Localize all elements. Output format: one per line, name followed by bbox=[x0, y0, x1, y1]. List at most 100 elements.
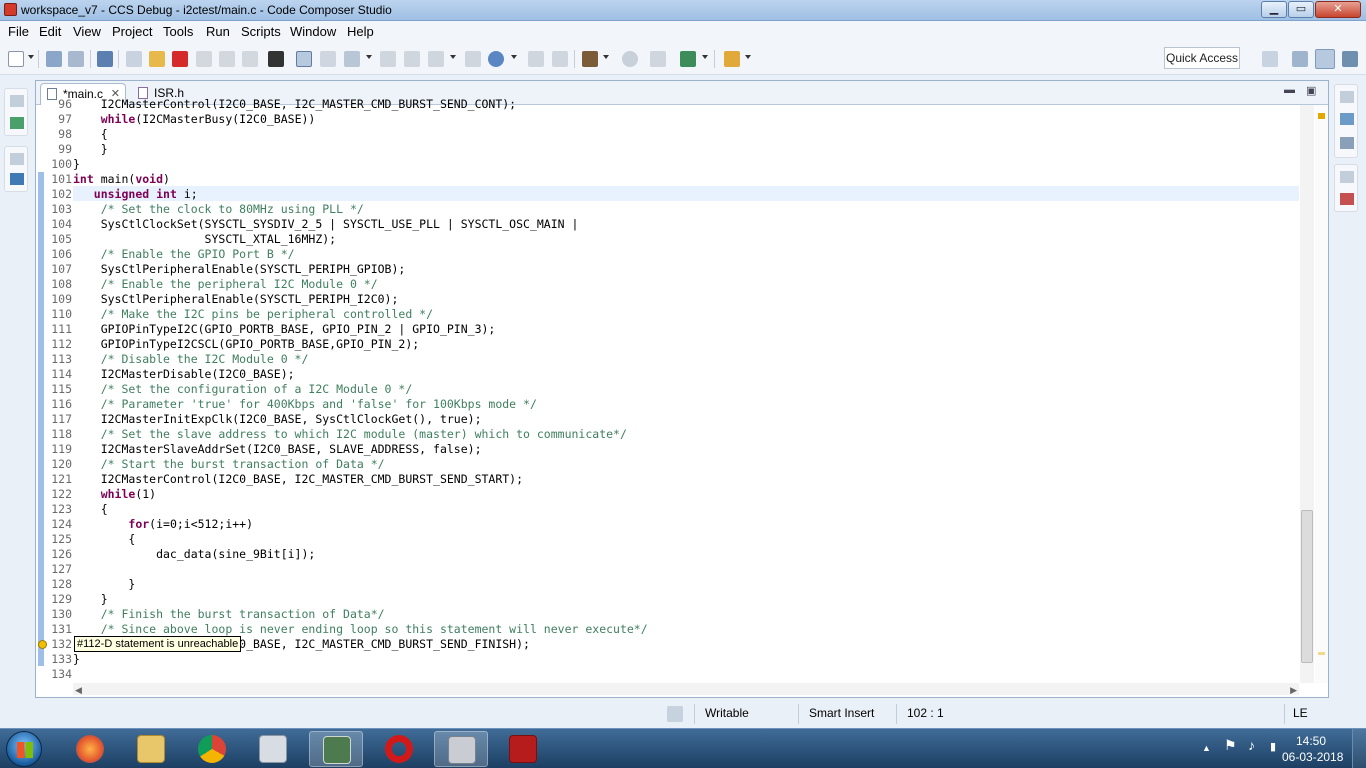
occurrence-overview-marker[interactable] bbox=[1318, 652, 1325, 655]
pin-dropdown-arrow-icon[interactable] bbox=[745, 55, 751, 59]
menu-project[interactable]: Project bbox=[112, 24, 152, 39]
code-line[interactable]: SysCtlPeripheralEnable(SYSCTL_PERIPH_GPI… bbox=[73, 262, 406, 277]
restart-dropdown-arrow-icon[interactable] bbox=[450, 55, 456, 59]
code-line[interactable]: } bbox=[73, 142, 108, 157]
quick-access-input[interactable]: Quick Access bbox=[1164, 47, 1240, 69]
load-program-icon[interactable] bbox=[344, 51, 360, 67]
code-line[interactable]: /* Start the burst transaction of Data *… bbox=[73, 457, 385, 472]
code-line[interactable]: /* Parameter 'true' for 400Kbps and 'fal… bbox=[73, 397, 537, 412]
code-line[interactable]: int main(void) bbox=[73, 172, 170, 187]
debug-dropdown-arrow-icon[interactable] bbox=[511, 55, 517, 59]
menu-tools[interactable]: Tools bbox=[163, 24, 193, 39]
menu-view[interactable]: View bbox=[73, 24, 101, 39]
launch-icon[interactable] bbox=[667, 706, 683, 722]
code-line[interactable]: SYSCTL_XTAL_16MHZ); bbox=[73, 232, 337, 247]
code-line[interactable]: I2CMasterControl(I2C0_BASE, I2C_MASTER_C… bbox=[73, 97, 516, 112]
editor-vertical-scrollbar[interactable] bbox=[1300, 105, 1314, 683]
taskbar-calculator[interactable] bbox=[246, 731, 300, 767]
code-line[interactable]: } bbox=[73, 592, 108, 607]
taskbar-opera[interactable] bbox=[372, 731, 426, 767]
warning-marker-icon[interactable] bbox=[38, 640, 47, 649]
scroll-left-icon[interactable]: ◀ bbox=[75, 685, 82, 696]
step-return-icon[interactable] bbox=[242, 51, 258, 67]
load-dropdown-arrow-icon[interactable] bbox=[366, 55, 372, 59]
show-desktop-button[interactable] bbox=[1352, 729, 1366, 768]
build-hammer-icon[interactable] bbox=[582, 51, 598, 67]
taskbar-firefox[interactable] bbox=[63, 731, 117, 767]
code-line[interactable]: } bbox=[73, 652, 80, 667]
code-line[interactable]: I2CMasterDisable(I2C0_BASE); bbox=[73, 367, 295, 382]
open-perspective-icon[interactable] bbox=[650, 51, 666, 67]
ccs-edit-perspective-icon[interactable] bbox=[1292, 51, 1308, 67]
code-line[interactable]: while(1) bbox=[73, 487, 156, 502]
menu-file[interactable]: File bbox=[8, 24, 29, 39]
taskbar-chrome[interactable] bbox=[185, 731, 239, 767]
code-line[interactable]: I2CMasterControl(I2C0_BASE, I2C_MASTER_C… bbox=[73, 472, 523, 487]
debug-icon[interactable] bbox=[488, 51, 504, 67]
terminate-icon[interactable] bbox=[172, 51, 188, 67]
code-line[interactable]: /* Set the clock to 80MHz using PLL */ bbox=[73, 202, 364, 217]
step-into-icon[interactable] bbox=[196, 51, 212, 67]
outline-minimized-icon[interactable] bbox=[1340, 193, 1354, 205]
code-line[interactable]: I2CMasterInitExpClk(I2C0_BASE, SysCtlClo… bbox=[73, 412, 482, 427]
save-all-icon[interactable] bbox=[68, 51, 84, 67]
start-button[interactable] bbox=[6, 731, 42, 767]
taskbar-code-composer-studio[interactable] bbox=[309, 731, 363, 767]
debug-view-minimized-icon[interactable] bbox=[10, 117, 24, 129]
warning-overview-marker[interactable] bbox=[1318, 113, 1325, 119]
code-line[interactable]: } bbox=[73, 577, 135, 592]
connect-target-icon[interactable] bbox=[296, 51, 312, 67]
code-line[interactable]: /* Since above loop is never ending loop… bbox=[73, 622, 648, 637]
restore-icon[interactable] bbox=[1340, 171, 1354, 183]
registers-minimized-icon[interactable] bbox=[1340, 137, 1354, 149]
restart-icon[interactable] bbox=[428, 51, 444, 67]
code-line[interactable]: } bbox=[73, 157, 80, 172]
restore-icon[interactable] bbox=[10, 95, 24, 107]
open-perspective-button-icon[interactable] bbox=[1262, 51, 1278, 67]
forward-icon[interactable] bbox=[552, 51, 568, 67]
variables-minimized-icon[interactable] bbox=[1340, 113, 1354, 125]
code-line[interactable]: for(i=0;i<512;i++) bbox=[73, 517, 253, 532]
editor-minimize-icon[interactable]: ▬ bbox=[1284, 84, 1295, 96]
debug-bug-icon[interactable] bbox=[680, 51, 696, 67]
new-icon[interactable] bbox=[8, 51, 24, 67]
scroll-right-icon[interactable]: ▶ bbox=[1290, 685, 1297, 696]
close-button[interactable]: ✕ bbox=[1315, 1, 1361, 18]
code-line[interactable]: I2CMasterSlaveAddrSet(I2C0_BASE, SLAVE_A… bbox=[73, 442, 482, 457]
overview-ruler[interactable] bbox=[1315, 105, 1328, 683]
code-line[interactable]: SysCtlClockSet(SYSCTL_SYSDIV_2_5 | SYSCT… bbox=[73, 217, 579, 232]
code-line[interactable]: /* Finish the burst transaction of Data*… bbox=[73, 607, 385, 622]
insert-mode-status[interactable]: Smart Insert bbox=[809, 706, 874, 720]
code-line[interactable]: { bbox=[73, 532, 135, 547]
code-line[interactable]: { bbox=[73, 127, 108, 142]
disconnect-icon[interactable] bbox=[320, 51, 336, 67]
menu-run[interactable]: Run bbox=[206, 24, 230, 39]
minimize-button[interactable]: ▁ bbox=[1261, 1, 1287, 18]
save-icon[interactable] bbox=[46, 51, 62, 67]
profile-icon[interactable] bbox=[465, 51, 481, 67]
build-dropdown-arrow-icon[interactable] bbox=[603, 55, 609, 59]
new-dropdown-arrow-icon[interactable] bbox=[28, 55, 34, 59]
code-line[interactable]: dac_data(sine_9Bit[i]); bbox=[73, 547, 315, 562]
code-line[interactable]: while(I2CMasterBusy(I2C0_BASE)) bbox=[73, 112, 316, 127]
resume-icon[interactable] bbox=[126, 51, 142, 67]
editor-horizontal-scrollbar[interactable]: ◀ ▶ bbox=[73, 683, 1299, 695]
back-icon[interactable] bbox=[528, 51, 544, 67]
menu-help[interactable]: Help bbox=[347, 24, 374, 39]
menu-window[interactable]: Window bbox=[290, 24, 336, 39]
taskbar-file-explorer[interactable] bbox=[124, 731, 178, 767]
maximize-button[interactable]: ▭ bbox=[1288, 1, 1314, 18]
code-line[interactable]: /* Make the I2C pins be peripheral contr… bbox=[73, 307, 433, 322]
code-line[interactable]: /* Enable the GPIO Port B */ bbox=[73, 247, 295, 262]
code-line[interactable]: /* Set the configuration of a I2C Module… bbox=[73, 382, 413, 397]
clock-time[interactable]: 14:50 bbox=[1296, 734, 1326, 748]
menu-scripts[interactable]: Scripts bbox=[241, 24, 281, 39]
taskbar-virtualbox[interactable] bbox=[434, 731, 488, 767]
code-line[interactable]: { bbox=[73, 502, 108, 517]
editor-maximize-icon[interactable]: ▣ bbox=[1306, 84, 1316, 97]
step-over-icon[interactable] bbox=[219, 51, 235, 67]
code-line[interactable]: GPIOPinTypeI2CSCL(GPIO_PORTB_BASE,GPIO_P… bbox=[73, 337, 420, 352]
pin-icon[interactable] bbox=[724, 51, 740, 67]
taskbar-acrobat[interactable] bbox=[496, 731, 550, 767]
ccs-app-icon[interactable] bbox=[4, 3, 17, 16]
